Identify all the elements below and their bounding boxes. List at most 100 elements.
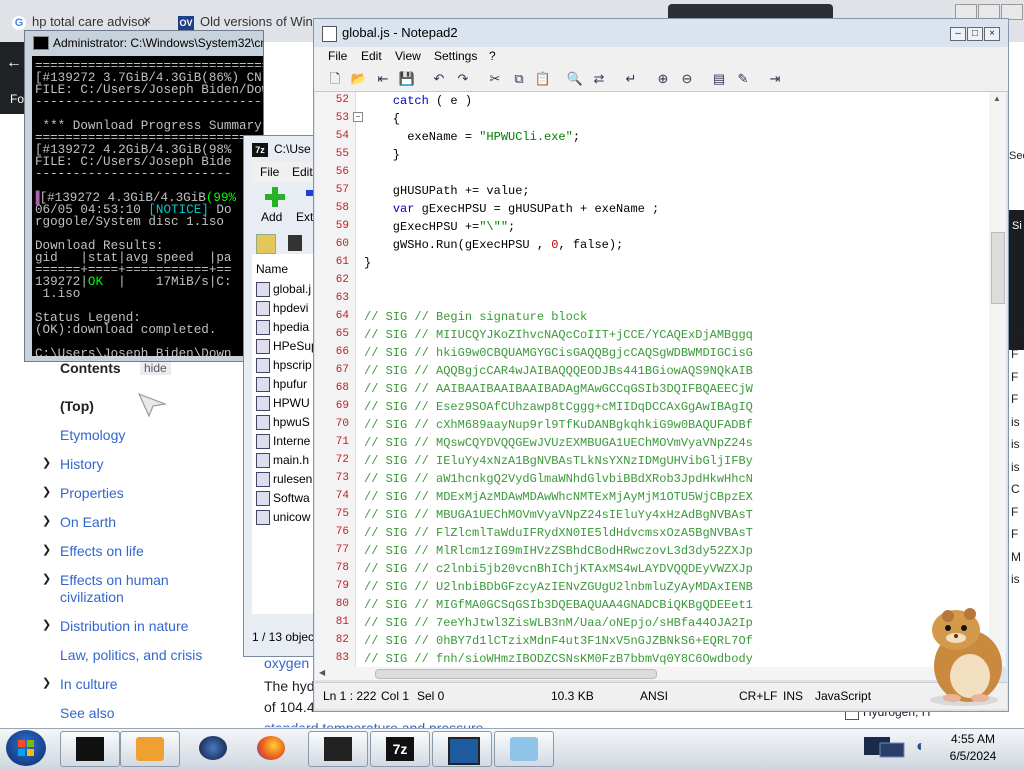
toc-item[interactable]: (Top) bbox=[60, 398, 94, 414]
status-language[interactable]: JavaScript bbox=[815, 689, 871, 703]
close-tab-icon[interactable]: × bbox=[143, 12, 151, 28]
tray-network-icon[interactable] bbox=[862, 733, 912, 763]
save-icon[interactable]: 💾 bbox=[398, 70, 416, 88]
file-row[interactable]: hpscrip bbox=[256, 356, 312, 374]
add-button-label[interactable]: Add bbox=[261, 210, 282, 224]
status-insert-mode[interactable]: INS bbox=[783, 689, 803, 703]
toc-item[interactable]: ❯ Effects on human bbox=[42, 572, 169, 588]
toc-item[interactable]: civilization bbox=[60, 589, 124, 605]
exit-icon[interactable]: ⇥ bbox=[766, 70, 784, 88]
customize-scheme-icon[interactable]: ✎ bbox=[734, 70, 752, 88]
file-row[interactable]: HPeSup bbox=[256, 337, 318, 355]
clock-time[interactable]: 4:55 AM bbox=[938, 732, 1008, 746]
menu-item[interactable]: File bbox=[328, 49, 347, 63]
file-row[interactable]: hpufur bbox=[256, 375, 307, 393]
tray-volume-icon[interactable]: ◐ bbox=[916, 738, 932, 758]
file-row[interactable]: hpedia bbox=[256, 318, 309, 336]
chevron-right-icon[interactable]: ❯ bbox=[42, 543, 51, 556]
chevron-right-icon[interactable]: ❯ bbox=[42, 456, 51, 469]
file-row[interactable]: hpdevi bbox=[256, 299, 308, 317]
menu-edit[interactable]: Edit bbox=[292, 165, 313, 179]
paste-icon[interactable]: 📋 bbox=[534, 70, 552, 88]
file-row[interactable]: global.j bbox=[256, 280, 311, 298]
toc-item[interactable]: ❯ In culture bbox=[42, 676, 118, 692]
taskbar-rdp-button[interactable] bbox=[432, 731, 492, 767]
notepad2-title-bar[interactable]: global.js - Notepad2 – □ × bbox=[314, 19, 1008, 47]
status-encoding[interactable]: ANSI bbox=[640, 689, 668, 703]
chevron-right-icon[interactable]: ❯ bbox=[42, 514, 51, 527]
toc-item[interactable]: ❯ Effects on life bbox=[42, 543, 144, 559]
extract-button-label[interactable]: Ext bbox=[296, 210, 313, 224]
taskbar-7zip-button[interactable]: 7z bbox=[370, 731, 430, 767]
cut-icon[interactable]: ✂ bbox=[486, 70, 504, 88]
taskbar-media-button[interactable] bbox=[120, 731, 180, 767]
notepad2-window[interactable]: global.js - Notepad2 – □ × File Edit View S… bbox=[313, 18, 1009, 712]
toc-item[interactable]: ❯ Properties bbox=[42, 485, 124, 501]
replace-icon[interactable]: ⇄ bbox=[590, 70, 608, 88]
open-folder-icon[interactable]: 📂 bbox=[350, 70, 368, 88]
folder-up-icon[interactable] bbox=[256, 234, 276, 254]
toc-item[interactable]: Etymology bbox=[60, 427, 125, 443]
menu-item[interactable]: Edit bbox=[361, 49, 382, 63]
toc-item[interactable]: See also bbox=[60, 705, 114, 721]
clock-date[interactable]: 6/5/2024 bbox=[938, 749, 1008, 763]
status-line-endings[interactable]: CR+LF bbox=[739, 689, 777, 703]
taskbar-paint-button[interactable] bbox=[494, 731, 554, 767]
new-file-icon[interactable]: 🗋 bbox=[326, 70, 344, 88]
scheme-icon[interactable]: ▤ bbox=[710, 70, 728, 88]
vertical-scrollbar[interactable]: ▲ bbox=[989, 92, 1006, 667]
hamster-pet-image[interactable] bbox=[912, 600, 1012, 710]
horizontal-scrollbar[interactable]: ◀ bbox=[315, 667, 989, 680]
back-arrow-icon[interactable]: ← bbox=[6, 54, 22, 72]
cmd-title-bar[interactable]: Administrator: C:\Windows\System32\cmd.e… bbox=[25, 31, 263, 55]
taskbar-firefox-button[interactable] bbox=[242, 731, 300, 765]
chevron-right-icon[interactable]: ❯ bbox=[42, 676, 51, 689]
code-editor[interactable]: 52 53 54 55 56 57 58 59 60 61 62 63 64 65 66 67 68 69 70 71… bbox=[315, 92, 989, 667]
toc-item[interactable]: Law, politics, and crisis bbox=[60, 647, 202, 663]
column-header-name[interactable]: Name bbox=[256, 262, 288, 276]
cmd-console[interactable]: ================================ [#139272… bbox=[32, 56, 263, 356]
menu-item[interactable]: View bbox=[395, 49, 421, 63]
toc-item[interactable]: ❯ On Earth bbox=[42, 514, 116, 530]
cmd-window[interactable]: Administrator: C:\Windows\System32\cmd.e… bbox=[24, 30, 264, 362]
file-row[interactable]: HPWU bbox=[256, 394, 310, 412]
maximize-button[interactable]: □ bbox=[967, 27, 983, 41]
file-row[interactable]: unicow bbox=[256, 508, 310, 526]
taskbar-notepad2-button[interactable] bbox=[308, 731, 368, 767]
undo-icon[interactable]: ↶ bbox=[430, 70, 448, 88]
toc-item[interactable]: ❯ Distribution in nature bbox=[42, 618, 188, 634]
file-row[interactable]: Softwa bbox=[256, 489, 310, 507]
toc-hide-button[interactable]: hide bbox=[140, 361, 171, 375]
menu-item[interactable]: Settings bbox=[434, 49, 477, 63]
copy-icon[interactable]: ⧉ bbox=[510, 70, 528, 88]
minimize-button[interactable]: – bbox=[950, 27, 966, 41]
fold-marker-icon[interactable]: − bbox=[353, 112, 363, 122]
chevron-right-icon[interactable]: ❯ bbox=[42, 618, 51, 631]
zoom-in-icon[interactable]: ⊕ bbox=[654, 70, 672, 88]
file-row[interactable]: hpwuS bbox=[256, 413, 310, 431]
wiki-link-oxygen[interactable]: oxygen bbox=[264, 655, 309, 671]
zoom-out-icon[interactable]: ⊖ bbox=[678, 70, 696, 88]
redo-icon[interactable]: ↷ bbox=[454, 70, 472, 88]
browse-icon[interactable]: ⇤ bbox=[374, 70, 392, 88]
chevron-right-icon[interactable]: ❯ bbox=[42, 485, 51, 498]
add-plus-icon[interactable] bbox=[264, 186, 286, 208]
chevron-right-icon[interactable]: ❯ bbox=[42, 572, 51, 585]
word-wrap-icon[interactable]: ↵ bbox=[622, 70, 640, 88]
drive-icon[interactable] bbox=[288, 235, 302, 251]
file-row[interactable]: rulesen bbox=[256, 470, 312, 488]
start-button[interactable] bbox=[6, 730, 46, 766]
menu-item[interactable]: ? bbox=[489, 49, 496, 63]
menu-file[interactable]: File bbox=[260, 165, 279, 179]
taskbar-cmd-button[interactable] bbox=[60, 731, 120, 767]
scroll-thumb[interactable] bbox=[991, 232, 1005, 304]
close-button[interactable]: × bbox=[984, 27, 1000, 41]
scroll-up-icon[interactable]: ▲ bbox=[993, 94, 1001, 103]
scroll-thumb[interactable] bbox=[375, 669, 657, 679]
toc-item[interactable]: ❯ History bbox=[42, 456, 104, 472]
taskbar-globe-button[interactable] bbox=[184, 731, 242, 765]
file-row[interactable]: main.h bbox=[256, 451, 309, 469]
find-icon[interactable]: 🔍 bbox=[566, 70, 584, 88]
scroll-left-icon[interactable]: ◀ bbox=[319, 668, 325, 677]
file-row[interactable]: Interne bbox=[256, 432, 310, 450]
